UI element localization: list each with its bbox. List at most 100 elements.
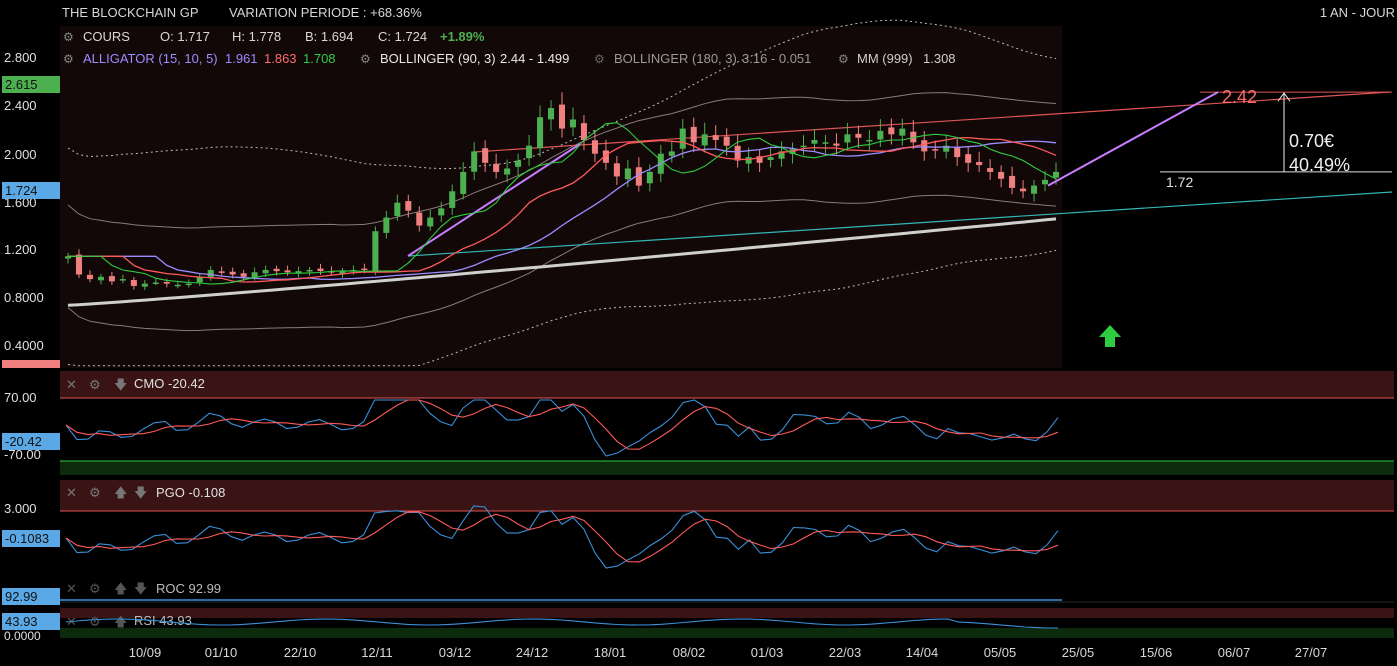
candle-body xyxy=(218,271,225,273)
candle-body xyxy=(240,273,247,277)
delta-percent: 40.49% xyxy=(1289,155,1350,175)
candle-body xyxy=(591,140,598,154)
time-axis: 10/09 01/10 22/10 12/11 03/12 24/12 18/01 08/02… xyxy=(129,645,1328,660)
candle-body xyxy=(317,268,324,272)
candle-body xyxy=(504,168,511,175)
candle-body xyxy=(690,126,697,143)
candle-body xyxy=(822,142,829,144)
candle-body xyxy=(537,117,544,149)
candle-body xyxy=(921,140,928,152)
x-tick-label: 22/03 xyxy=(829,645,862,660)
candle-body xyxy=(372,231,379,271)
price-axis: 2.800 2.400 2.000 1.600 1.200 0.8000 0.4… xyxy=(4,50,44,353)
gear-icon[interactable]: ⚙ xyxy=(89,614,101,629)
candle-body xyxy=(624,168,631,180)
pgo-label: PGO -0.108 xyxy=(156,485,225,500)
candle-body xyxy=(229,271,236,275)
candle-body xyxy=(987,168,994,172)
delta-absolute: 0.70€ xyxy=(1289,131,1334,151)
gear-icon[interactable]: ⚙ xyxy=(89,485,101,500)
arrow-up-icon xyxy=(1099,325,1121,347)
gear-icon[interactable]: ⚙ xyxy=(63,30,74,44)
rsi-tick: 0.0000 xyxy=(4,629,41,643)
candle-body xyxy=(152,282,159,284)
x-tick-label: 06/07 xyxy=(1218,645,1251,660)
gear-icon[interactable]: ⚙ xyxy=(89,581,101,596)
move-up-icon[interactable]: 🡅 xyxy=(114,614,127,629)
candle-body xyxy=(383,217,390,233)
candle-body xyxy=(207,269,214,277)
cmo-label: CMO -20.42 xyxy=(134,376,205,391)
cmo-lines xyxy=(65,399,1059,457)
bollinger-180-label: BOLLINGER (180, 3) xyxy=(614,51,737,66)
mm-value: 1.308 xyxy=(923,51,956,66)
candle-body xyxy=(877,130,884,140)
close-icon[interactable]: ✕ xyxy=(66,581,77,596)
x-tick-label: 15/06 xyxy=(1140,645,1173,660)
candle-body xyxy=(668,151,675,156)
price-tick: 0.8000 xyxy=(4,290,44,305)
bollinger-90-label: BOLLINGER (90, 3) xyxy=(380,51,496,66)
candle-body xyxy=(405,201,412,211)
candle-body xyxy=(646,171,653,184)
close-icon[interactable]: ✕ xyxy=(66,377,77,392)
candle-body xyxy=(97,276,104,281)
close-icon[interactable]: ✕ xyxy=(66,485,77,500)
daily-change: +1.89% xyxy=(440,29,485,44)
candle-body xyxy=(954,147,961,158)
candle-body xyxy=(800,145,807,148)
gear-icon[interactable]: ⚙ xyxy=(63,52,74,66)
cmo-line xyxy=(65,399,1059,457)
cmo-lower-zone xyxy=(60,461,1394,475)
rsi-upper-zone xyxy=(60,608,1394,618)
x-tick-label: 01/03 xyxy=(751,645,784,660)
move-down-icon[interactable]: 🡇 xyxy=(134,485,147,500)
x-tick-label: 27/07 xyxy=(1295,645,1328,660)
candle-body xyxy=(493,163,500,172)
stock-chart: THE BLOCKCHAIN GP VARIATION PERIODE : +6… xyxy=(2,5,1395,660)
close-value: C: 1.724 xyxy=(378,29,427,44)
move-down-icon[interactable]: 🡇 xyxy=(114,377,127,392)
candle-body xyxy=(1020,188,1027,192)
candle-body xyxy=(306,269,313,272)
rsi-line xyxy=(65,618,1058,629)
move-up-icon[interactable]: 🡅 xyxy=(114,581,127,596)
pgo-lines xyxy=(65,505,1059,569)
candle-body xyxy=(679,128,686,149)
roc-label: ROC 92.99 xyxy=(156,581,221,596)
candle-body xyxy=(284,270,291,273)
price-tick: 2.400 xyxy=(4,98,37,113)
gear-icon[interactable]: ⚙ xyxy=(594,52,605,66)
price-tick: 2.000 xyxy=(4,147,37,162)
move-down-icon[interactable]: 🡇 xyxy=(134,581,147,596)
open-value: O: 1.717 xyxy=(160,29,210,44)
x-tick-label: 22/10 xyxy=(284,645,317,660)
gear-icon[interactable]: ⚙ xyxy=(89,377,101,392)
candle-body xyxy=(998,171,1005,179)
candle-body xyxy=(185,283,192,286)
candle-body xyxy=(613,163,620,177)
cmo-badge-label: -20.42 xyxy=(5,434,42,449)
low-badge xyxy=(2,360,60,368)
candle-body xyxy=(86,274,93,280)
period-selector[interactable]: 1 AN - JOUR xyxy=(1320,5,1395,20)
mm-label: MM (999) xyxy=(857,51,913,66)
gear-icon[interactable]: ⚙ xyxy=(360,52,371,66)
candle-body xyxy=(75,254,82,275)
candle-body xyxy=(438,208,445,216)
candle-body xyxy=(515,160,522,167)
candle-body xyxy=(712,135,719,140)
gear-icon[interactable]: ⚙ xyxy=(838,52,849,66)
move-up-icon[interactable]: 🡅 xyxy=(114,485,127,500)
target-label: 2.42 xyxy=(1222,87,1257,107)
x-tick-label: 01/10 xyxy=(205,645,238,660)
candle-body xyxy=(833,143,840,146)
pgo-badge-label: -0.1083 xyxy=(5,531,49,546)
x-tick-label: 14/04 xyxy=(906,645,939,660)
candle-body xyxy=(580,123,587,140)
alligator-lips-value: 1.708 xyxy=(303,51,336,66)
candle-body xyxy=(811,140,818,144)
pgo-signal xyxy=(65,511,1059,563)
candle-body xyxy=(449,191,456,208)
instrument-title: THE BLOCKCHAIN GP xyxy=(62,5,199,20)
